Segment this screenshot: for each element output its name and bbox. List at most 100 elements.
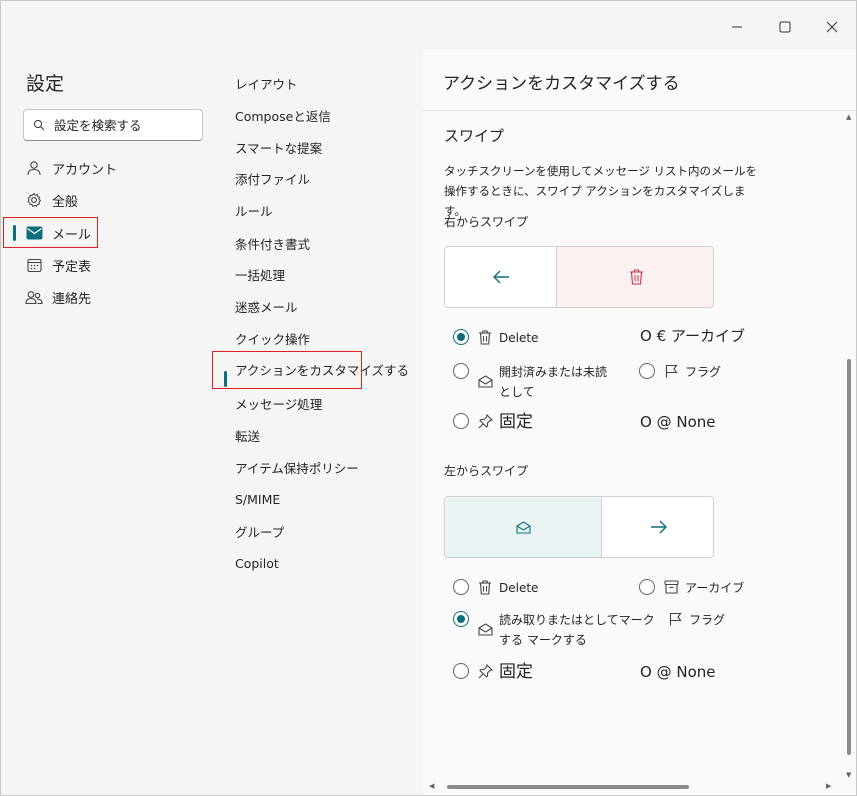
category-forwarding[interactable]: 転送 (235, 423, 260, 447)
horizontal-scrollbar[interactable]: ◀ ▶ (423, 781, 843, 793)
scroll-left-icon[interactable]: ◀ (429, 782, 434, 790)
category-attachments[interactable]: 添付ファイル (235, 166, 310, 190)
title-bar (1, 1, 856, 49)
mail-read-icon (477, 372, 493, 390)
category-message-handling[interactable]: メッセージ処理 (235, 391, 322, 415)
swipe-left-option-delete[interactable]: Delete (453, 578, 538, 598)
swipe-right-option-read-unread[interactable]: 開封済みまたは未読として (453, 362, 611, 402)
swipe-left-option-flag[interactable]: フラグ (667, 610, 725, 630)
delete-icon (477, 328, 493, 346)
arrow-left-icon (492, 270, 509, 284)
scroll-down-icon[interactable]: ▼ (846, 771, 851, 779)
swipe-right-option-pin[interactable]: 固定 (453, 412, 533, 432)
scroll-up-icon[interactable]: ▲ (846, 113, 851, 121)
minimize-button[interactable] (719, 9, 755, 45)
preview-delete-area (557, 247, 713, 307)
settings-window: 設定 アカウント 全般 メール 予 (0, 0, 857, 796)
nav-item-contacts[interactable]: 連絡先 (1, 281, 222, 313)
person-icon (25, 159, 43, 177)
delete-icon (629, 269, 643, 285)
nav-item-general[interactable]: 全般 (1, 184, 222, 216)
settings-search[interactable] (23, 109, 203, 141)
close-button[interactable] (814, 9, 850, 45)
radio-unselected[interactable] (453, 663, 469, 679)
flag-icon (663, 362, 679, 380)
nav-item-label: 予定表 (52, 259, 92, 275)
preview-arrow-area (602, 497, 713, 557)
category-conditional-formatting[interactable]: 条件付き書式 (235, 231, 310, 255)
maximize-icon (779, 21, 791, 33)
section-title-swipe: スワイプ (444, 127, 505, 145)
swipe-left-option-read-unread[interactable]: 読み取りまたはとしてマークする マークする (453, 610, 659, 650)
category-compose-reply[interactable]: Composeと返信 (235, 103, 331, 127)
category-groups[interactable]: グループ (235, 519, 284, 543)
active-indicator (13, 225, 16, 241)
nav-item-calendar[interactable]: 予定表 (1, 249, 222, 281)
vertical-scroll-thumb[interactable] (847, 359, 851, 755)
category-retention-policies[interactable]: アイテム保持ポリシー (235, 455, 359, 479)
archive-icon (663, 578, 679, 596)
radio-unselected[interactable] (453, 413, 469, 429)
pane-title: アクションをカスタマイズする (443, 74, 680, 94)
swipe-right-option-flag[interactable]: フラグ (639, 362, 721, 382)
horizontal-scroll-thumb[interactable] (447, 785, 689, 789)
option-label: 固定 (499, 412, 533, 432)
swipe-right-label: 右からスワイプ (444, 215, 529, 229)
search-input[interactable] (54, 117, 184, 133)
pane-content: スワイプ タッチスクリーンを使用してメッセージ リスト内のメールを操作するときに… (423, 111, 843, 783)
radio-unselected[interactable] (453, 363, 469, 379)
delete-icon (477, 578, 493, 596)
swipe-left-preview (444, 496, 714, 558)
swipe-left-option-pin[interactable]: 固定 (453, 662, 533, 682)
gear-icon (25, 191, 43, 209)
settings-title: 設定 (26, 73, 65, 95)
pin-icon (477, 662, 493, 680)
mail-read-icon (515, 520, 531, 534)
scroll-right-icon[interactable]: ▶ (826, 782, 831, 790)
swipe-description: タッチスクリーンを使用してメッセージ リスト内のメールを操作するときに、スワイプ… (444, 164, 758, 218)
customize-actions-pane: アクションをカスタマイズする スワイプ タッチスクリーンを使用してメッセージ リ… (423, 49, 856, 795)
category-sweep[interactable]: 一括処理 (235, 262, 285, 286)
mail-read-icon (477, 620, 493, 638)
nav-item-mail[interactable]: メール (1, 217, 222, 249)
swipe-left-option-archive[interactable]: アーカイブ (639, 578, 744, 598)
category-customize-actions[interactable]: アクションをカスタマイズする (235, 357, 409, 381)
swipe-left-option-none[interactable]: O @ None (640, 663, 715, 681)
radio-unselected[interactable] (639, 363, 655, 379)
settings-nav: 設定 アカウント 全般 メール 予 (1, 49, 222, 795)
category-copilot[interactable]: Copilot (235, 551, 279, 575)
swipe-right-option-none[interactable]: O @ None (640, 413, 715, 431)
category-rules[interactable]: ルール (235, 198, 273, 222)
option-label: フラグ (685, 365, 722, 379)
mail-icon (25, 224, 43, 242)
maximize-button[interactable] (767, 9, 803, 45)
option-label: 読み取りまたはとしてマークする マークする (499, 613, 655, 647)
nav-item-label: メール (52, 227, 92, 243)
option-label: 固定 (499, 662, 533, 682)
swipe-right-option-delete[interactable]: Delete (453, 328, 538, 348)
preview-read-area (445, 497, 602, 557)
radio-selected[interactable] (453, 329, 469, 345)
option-label: アーカイブ (685, 581, 745, 595)
swipe-right-preview (444, 246, 714, 308)
swipe-right-option-archive[interactable]: O € アーカイブ (640, 325, 745, 346)
option-label: Delete (499, 581, 539, 595)
pin-icon (477, 412, 493, 430)
nav-item-account[interactable]: アカウント (1, 152, 222, 184)
preview-arrow-area (445, 247, 557, 307)
radio-unselected[interactable] (453, 579, 469, 595)
nav-item-label: 連絡先 (52, 291, 92, 307)
vertical-scrollbar[interactable]: ▲ ▼ (843, 111, 855, 783)
category-quick-steps[interactable]: クイック操作 (235, 326, 310, 350)
radio-unselected[interactable] (639, 579, 655, 595)
radio-selected[interactable] (453, 611, 469, 627)
category-layout[interactable]: レイアウト (235, 71, 298, 95)
calendar-icon (25, 256, 43, 274)
category-junk-email[interactable]: 迷惑メール (235, 294, 298, 318)
category-smime[interactable]: S/MIME (235, 487, 280, 511)
search-icon (33, 119, 45, 131)
close-icon (826, 21, 838, 33)
option-label: フラグ (689, 613, 726, 627)
people-icon (25, 288, 43, 306)
category-smart-suggestions[interactable]: スマートな提案 (235, 135, 322, 159)
